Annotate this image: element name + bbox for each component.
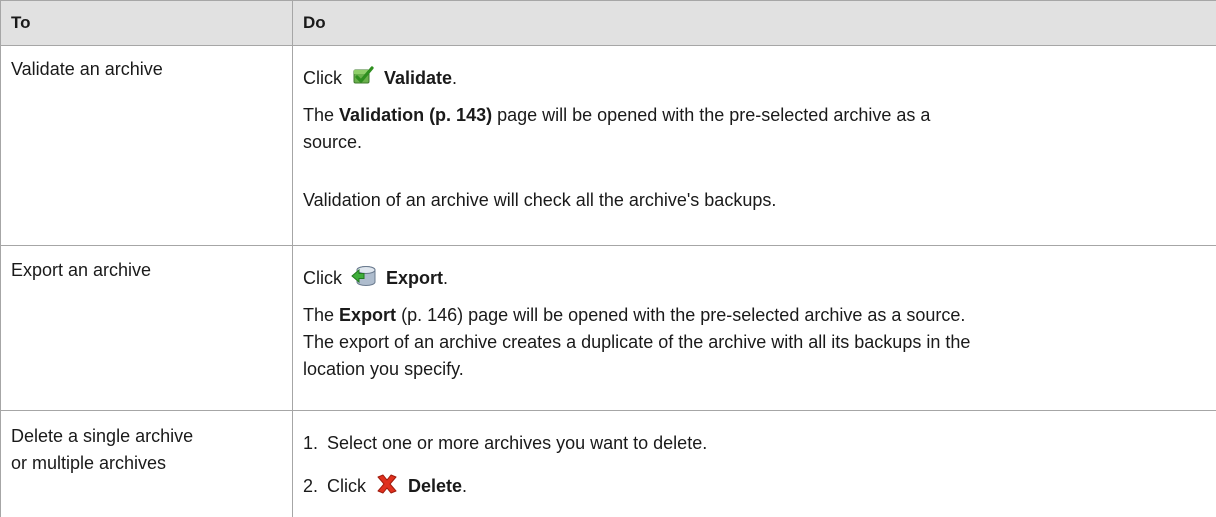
row-divider [0,245,1216,246]
column-divider [292,0,293,517]
validate-action-label: Validate [384,68,453,88]
table-header [0,0,1216,45]
export-description: The Export (p. 146) page will be opened … [303,305,971,379]
table-border-top [0,0,1216,1]
row-divider [0,45,1216,46]
archive-actions-table: To Do Validate an archive Click Validate… [0,0,1216,517]
column-header-to: To [11,13,31,32]
export-icon [351,264,377,294]
step-number: 1. [303,433,319,453]
validate-instruction: Click Validate. [303,64,457,94]
validate-note: Validation of an archive will check all … [303,190,777,210]
validation-link[interactable]: Validation (p. 143) [339,105,492,125]
row-divider [0,410,1216,411]
row-to-export: Export an archive [11,260,152,280]
row-to-delete: Delete a single archive or multiple arch… [11,426,194,473]
export-instruction: Click Export. [303,264,448,294]
delete-icon [375,472,399,502]
step-number: 2. [303,476,319,496]
table-border-left [0,0,1,517]
delete-step-2: 2. Click Delete. [303,472,467,502]
click-label: Click [303,268,342,288]
delete-action-label: Delete [408,476,463,496]
row-to-validate: Validate an archive [11,59,163,79]
click-label: Click [303,68,342,88]
export-action-label: Export [386,268,444,288]
validate-icon [351,64,375,94]
delete-step-1: 1. Select one or more archives you want t… [303,433,708,453]
click-label: Click [327,476,366,496]
export-link[interactable]: Export [339,305,396,325]
validate-description: The Validation (p. 143) page will be ope… [303,105,931,152]
column-header-do: Do [303,13,326,32]
